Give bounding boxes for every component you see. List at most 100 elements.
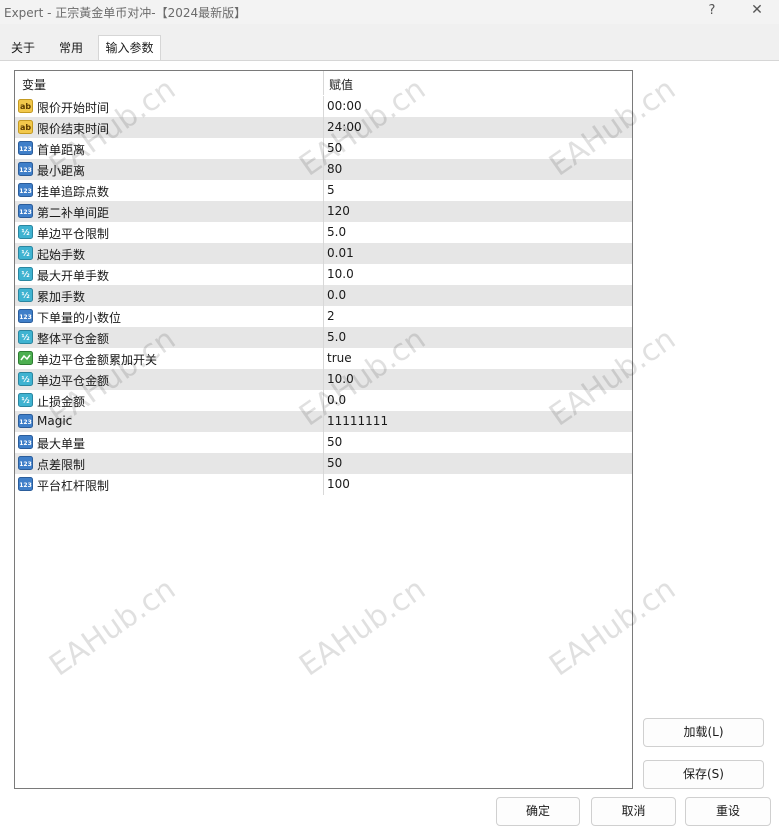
double-type-icon: ½ (18, 288, 33, 302)
parameter-row[interactable]: ab 限价开始时间 00:00 (15, 96, 632, 117)
load-button[interactable]: 加载(L) (643, 718, 764, 747)
header-divider[interactable] (323, 71, 324, 95)
parameter-value[interactable]: 5 (327, 183, 335, 197)
parameter-name: 点差限制 (37, 458, 86, 472)
parameter-value[interactable]: 11111111 (327, 414, 388, 428)
parameter-name: 累加手数 (37, 290, 86, 304)
column-divider (323, 180, 324, 201)
parameter-row[interactable]: 123 挂单追踪点数 5 (15, 180, 632, 201)
parameter-value[interactable]: 2 (327, 309, 335, 323)
parameter-value[interactable]: 50 (327, 141, 342, 155)
parameter-value[interactable]: 100 (327, 477, 350, 491)
parameter-row[interactable]: ½ 止损金额 0.0 (15, 390, 632, 411)
parameter-name: 平台杠杆限制 (37, 479, 110, 493)
parameter-value[interactable]: 0.0 (327, 393, 346, 407)
tab-inputs[interactable]: 输入参数 (98, 35, 161, 60)
parameter-value[interactable]: 5.0 (327, 225, 346, 239)
double-type-icon: ½ (18, 246, 33, 260)
parameter-value[interactable]: true (327, 351, 352, 365)
parameter-value[interactable]: 5.0 (327, 330, 346, 344)
save-button[interactable]: 保存(S) (643, 760, 764, 789)
reset-button[interactable]: 重设 (685, 797, 771, 826)
integer-type-icon: 123 (18, 477, 33, 491)
parameter-value[interactable]: 0.0 (327, 288, 346, 302)
svg-text:ab: ab (20, 102, 31, 111)
tab-about[interactable]: 关于 (2, 36, 44, 60)
integer-type-icon: 123 (18, 183, 33, 197)
parameter-name: 挂单追踪点数 (37, 185, 110, 199)
column-divider (323, 348, 324, 369)
svg-text:123: 123 (19, 314, 32, 321)
integer-type-icon: 123 (18, 162, 33, 176)
parameter-value[interactable]: 00:00 (327, 99, 362, 113)
parameter-row[interactable]: ½ 起始手数 0.01 (15, 243, 632, 264)
column-divider (323, 264, 324, 285)
parameter-row[interactable]: 123 最小距离 80 (15, 159, 632, 180)
parameter-row[interactable]: 单边平仓金额累加开关 true (15, 348, 632, 369)
header-variable[interactable]: 变量 (22, 76, 46, 93)
parameter-value[interactable]: 120 (327, 204, 350, 218)
double-type-icon: ½ (18, 267, 33, 281)
window-title: Expert - 正宗黃金单币对冲-【2024最新版】 (4, 6, 247, 20)
column-divider (323, 96, 324, 117)
column-divider (323, 285, 324, 306)
svg-text:123: 123 (19, 440, 32, 447)
parameter-row[interactable]: ½ 单边平仓限制 5.0 (15, 222, 632, 243)
integer-type-icon: 123 (18, 309, 33, 323)
svg-text:ab: ab (20, 123, 31, 132)
parameter-name: 第二补单间距 (37, 206, 110, 220)
ok-button[interactable]: 确定 (496, 797, 580, 826)
parameter-name: 单边平仓限制 (37, 227, 110, 241)
parameter-value[interactable]: 50 (327, 435, 342, 449)
parameter-row[interactable]: 123 下单量的小数位 2 (15, 306, 632, 327)
parameter-value[interactable]: 10.0 (327, 267, 354, 281)
svg-text:123: 123 (19, 167, 32, 174)
parameter-value[interactable]: 50 (327, 456, 342, 470)
parameter-row[interactable]: ½ 单边平仓金额 10.0 (15, 369, 632, 390)
column-divider (323, 201, 324, 222)
integer-type-icon: 123 (18, 414, 33, 428)
parameter-value[interactable]: 10.0 (327, 372, 354, 386)
tab-strip: 关于 常用 输入参数 (0, 35, 779, 61)
parameter-name: 单边平仓金额 (37, 374, 110, 388)
title-bar: Expert - 正宗黃金单币对冲-【2024最新版】 ? ✕ (0, 0, 779, 24)
parameter-row[interactable]: ½ 整体平仓金额 5.0 (15, 327, 632, 348)
svg-text:123: 123 (19, 482, 32, 489)
parameter-row[interactable]: 123 首单距离 50 (15, 138, 632, 159)
parameter-value[interactable]: 24:00 (327, 120, 362, 134)
parameter-row[interactable]: 123 平台杠杆限制 100 (15, 474, 632, 495)
parameter-value[interactable]: 0.01 (327, 246, 354, 260)
boolean-type-icon (18, 351, 33, 365)
integer-type-icon: 123 (18, 141, 33, 155)
parameter-name: 整体平仓金额 (37, 332, 110, 346)
column-divider (323, 432, 324, 453)
parameter-name: 起始手数 (37, 248, 86, 262)
tab-common[interactable]: 常用 (48, 36, 94, 60)
parameter-name: 最小距离 (37, 164, 86, 178)
cancel-button[interactable]: 取消 (591, 797, 676, 826)
parameter-name: 下单量的小数位 (37, 311, 122, 325)
help-button[interactable]: ? (704, 3, 720, 21)
parameters-grid[interactable]: 变量 赋值 ab 限价开始时间 00:00 ab 限价结束时间 24:00 123 首单距离 5… (14, 70, 633, 789)
svg-text:123: 123 (19, 461, 32, 468)
parameter-row[interactable]: 123 第二补单间距 120 (15, 201, 632, 222)
parameter-row[interactable]: ½ 最大开单手数 10.0 (15, 264, 632, 285)
column-divider (323, 453, 324, 474)
integer-type-icon: 123 (18, 456, 33, 470)
string-type-icon: ab (18, 120, 33, 134)
double-type-icon: ½ (18, 225, 33, 239)
parameter-row[interactable]: 123 最大单量 50 (15, 432, 632, 453)
svg-text:123: 123 (19, 188, 32, 195)
parameter-name: 最大单量 (37, 437, 86, 451)
parameter-row[interactable]: 123 Magic 11111111 (15, 411, 632, 432)
parameter-row[interactable]: 123 点差限制 50 (15, 453, 632, 474)
parameter-row[interactable]: ab 限价结束时间 24:00 (15, 117, 632, 138)
column-divider (323, 306, 324, 327)
column-divider (323, 243, 324, 264)
parameter-value[interactable]: 80 (327, 162, 342, 176)
close-button[interactable]: ✕ (748, 2, 766, 22)
header-value[interactable]: 赋值 (329, 76, 353, 93)
parameter-row[interactable]: ½ 累加手数 0.0 (15, 285, 632, 306)
integer-type-icon: 123 (18, 435, 33, 449)
svg-text:½: ½ (21, 374, 29, 384)
